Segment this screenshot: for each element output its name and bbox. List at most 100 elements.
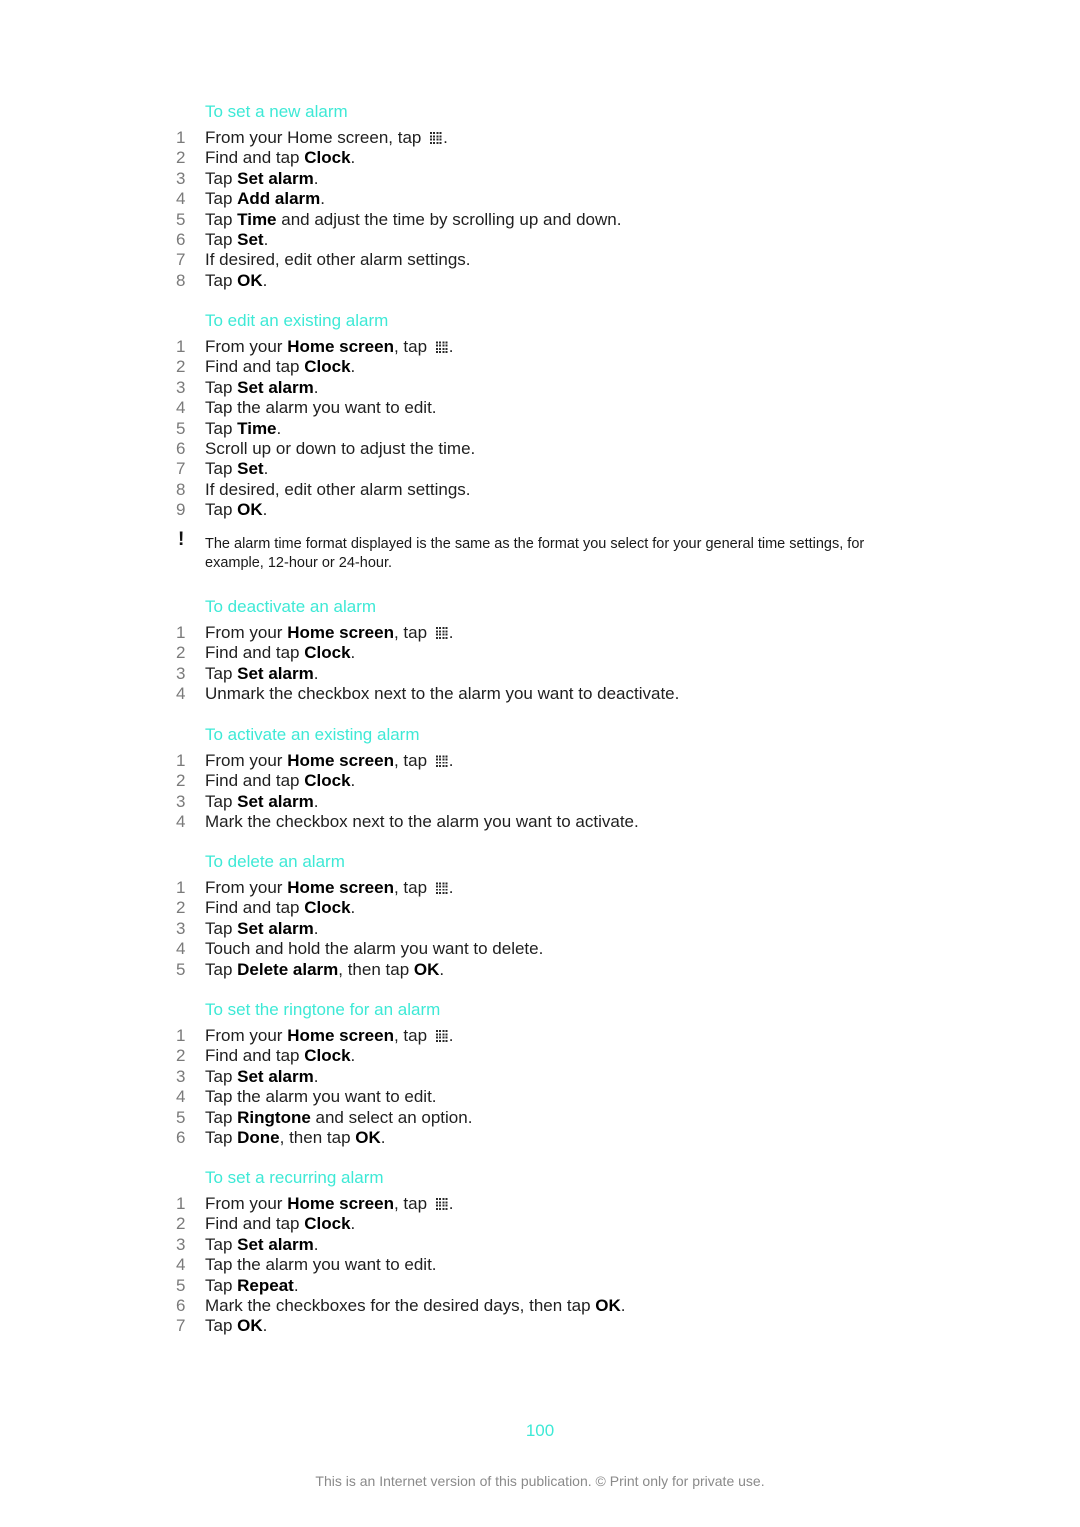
step-text-fragment: .	[380, 1128, 386, 1147]
step-text: Tap Ringtone and select an option.	[205, 1108, 472, 1128]
apps-grid-icon	[430, 131, 444, 144]
ui-term: Home screen	[287, 1026, 394, 1045]
step-item: 2 Find and tap Clock.	[0, 1214, 1080, 1234]
step-number: 5	[176, 1275, 186, 1295]
ui-term: Clock	[304, 148, 351, 168]
step-text-fragment: Find and tap	[205, 1214, 305, 1234]
step-number: 3	[176, 168, 186, 188]
step-text-fragment: .	[320, 189, 326, 209]
step-text-fragment: Tap	[205, 1234, 238, 1254]
apps-grid-icon	[435, 754, 449, 767]
ui-term: Delete alarm	[237, 959, 339, 979]
step-text-fragment: , tap	[393, 337, 432, 356]
step-item: 5 Tap Repeat.	[0, 1276, 1080, 1296]
step-number: 2	[176, 148, 186, 168]
step-item: 1 From your Home screen, tap .	[0, 623, 1080, 643]
step-text: Tap Add alarm.	[205, 189, 325, 209]
step-number: 6	[176, 1128, 186, 1147]
step-text: Find and tap Clock.	[205, 148, 355, 168]
step-text-fragment: .	[293, 1275, 299, 1295]
ui-term: OK	[595, 1296, 621, 1315]
step-item: 7 If desired, edit other alarm settings.	[0, 250, 1080, 270]
step-item: 1 From your Home screen, tap .	[0, 751, 1080, 771]
step-item: 2 Find and tap Clock.	[0, 1046, 1080, 1066]
step-text: Scroll up or down to adjust the time.	[205, 439, 475, 459]
page-number: 100	[525, 1421, 555, 1440]
step-text: Tap Set alarm.	[205, 169, 318, 189]
step-text: From your Home screen, tap .	[205, 337, 454, 357]
step-number: 4	[176, 1255, 186, 1275]
ui-term: Home screen	[287, 751, 394, 770]
step-item: 7 Tap Set.	[0, 459, 1080, 479]
step-text-fragment: From your	[205, 1026, 288, 1045]
step-text-fragment: .	[448, 878, 454, 897]
ui-term: Set	[237, 230, 264, 249]
step-text-fragment: Tap	[205, 791, 238, 811]
ui-term: OK	[237, 500, 263, 520]
step-item: 3 Tap Set alarm.	[0, 919, 1080, 939]
step-number: 4	[176, 398, 186, 418]
step-item: 1 From your Home screen, tap .	[0, 1026, 1080, 1046]
step-text-fragment: .	[313, 1234, 319, 1254]
ui-term: Set alarm	[237, 168, 314, 188]
step-item: 2 Find and tap Clock.	[0, 643, 1080, 663]
step-text: Tap Set alarm.	[205, 1067, 318, 1087]
step-text-fragment: Tap	[205, 1316, 238, 1336]
step-text-fragment: .	[262, 270, 268, 290]
step-text-fragment: and adjust the time by scrolling up and …	[276, 209, 622, 229]
step-item: 3 Tap Set alarm.	[0, 792, 1080, 812]
apps-grid-icon	[435, 340, 449, 353]
step-text-fragment: Tap	[205, 459, 238, 479]
step-text: Tap Delete alarm, then tap OK.	[205, 960, 444, 980]
step-text-fragment: .	[276, 418, 282, 438]
step-text-fragment: , tap	[393, 878, 432, 897]
step-text: Tap Set alarm.	[205, 664, 318, 684]
step-number: 3	[176, 918, 186, 938]
step-text: Find and tap Clock.	[205, 898, 355, 918]
step-text: Tap Set alarm.	[205, 378, 318, 398]
step-number: 5	[176, 418, 186, 438]
step-item: 1 From your Home screen, tap .	[0, 878, 1080, 898]
section-heading: To delete an alarm	[205, 852, 345, 871]
step-text-fragment: Tap	[205, 959, 238, 979]
step-item: 5 Tap Ringtone and select an option.	[0, 1108, 1080, 1128]
ui-term: Clock	[304, 643, 351, 663]
step-text: Tap Set.	[205, 459, 268, 479]
step-text-fragment: , then tap	[338, 959, 414, 979]
step-number: 2	[176, 357, 186, 377]
step-text: Tap Done, then tap OK.	[205, 1128, 386, 1148]
step-number: 1	[176, 337, 186, 356]
step-number: 7	[176, 459, 186, 479]
ui-term: Repeat	[237, 1275, 294, 1295]
section-heading: To deactivate an alarm	[205, 597, 377, 616]
step-number: 3	[176, 791, 186, 811]
step-text: From your Home screen, tap .	[205, 623, 454, 643]
step-text: Find and tap Clock.	[205, 771, 355, 791]
step-text-fragment: Find and tap	[205, 898, 305, 918]
step-item: 5 Tap Time and adjust the time by scrolli…	[0, 210, 1080, 230]
step-text-fragment: Find and tap	[205, 771, 305, 791]
step-text-fragment: .	[262, 500, 268, 520]
step-text-fragment: .	[350, 643, 356, 663]
step-text-fragment: .	[350, 148, 356, 168]
step-text-fragment: Tap	[205, 377, 238, 397]
step-text: Tap Set.	[205, 230, 268, 250]
ui-term: Home screen	[287, 878, 394, 897]
step-text-fragment: Tap	[205, 1275, 238, 1295]
step-text-fragment: Tap	[205, 500, 238, 520]
step-number: 6	[176, 1296, 186, 1315]
step-number: 9	[176, 500, 186, 520]
step-text: Find and tap Clock.	[205, 357, 355, 377]
apps-grid-icon	[435, 626, 449, 639]
step-item: 3 Tap Set alarm.	[0, 169, 1080, 189]
step-text-fragment: Tap	[205, 663, 238, 683]
step-item: 2 Find and tap Clock.	[0, 148, 1080, 168]
step-text-fragment: .	[313, 918, 319, 938]
step-text-fragment: , tap	[393, 623, 432, 642]
step-text: Tap Set alarm.	[205, 919, 318, 939]
step-text-fragment: and select an option.	[310, 1107, 473, 1127]
step-number: 4	[176, 939, 186, 959]
step-text-fragment: .	[448, 337, 454, 356]
step-text-fragment: If desired, edit other alarm settings.	[205, 250, 471, 270]
step-text-fragment: Tap	[205, 189, 238, 209]
